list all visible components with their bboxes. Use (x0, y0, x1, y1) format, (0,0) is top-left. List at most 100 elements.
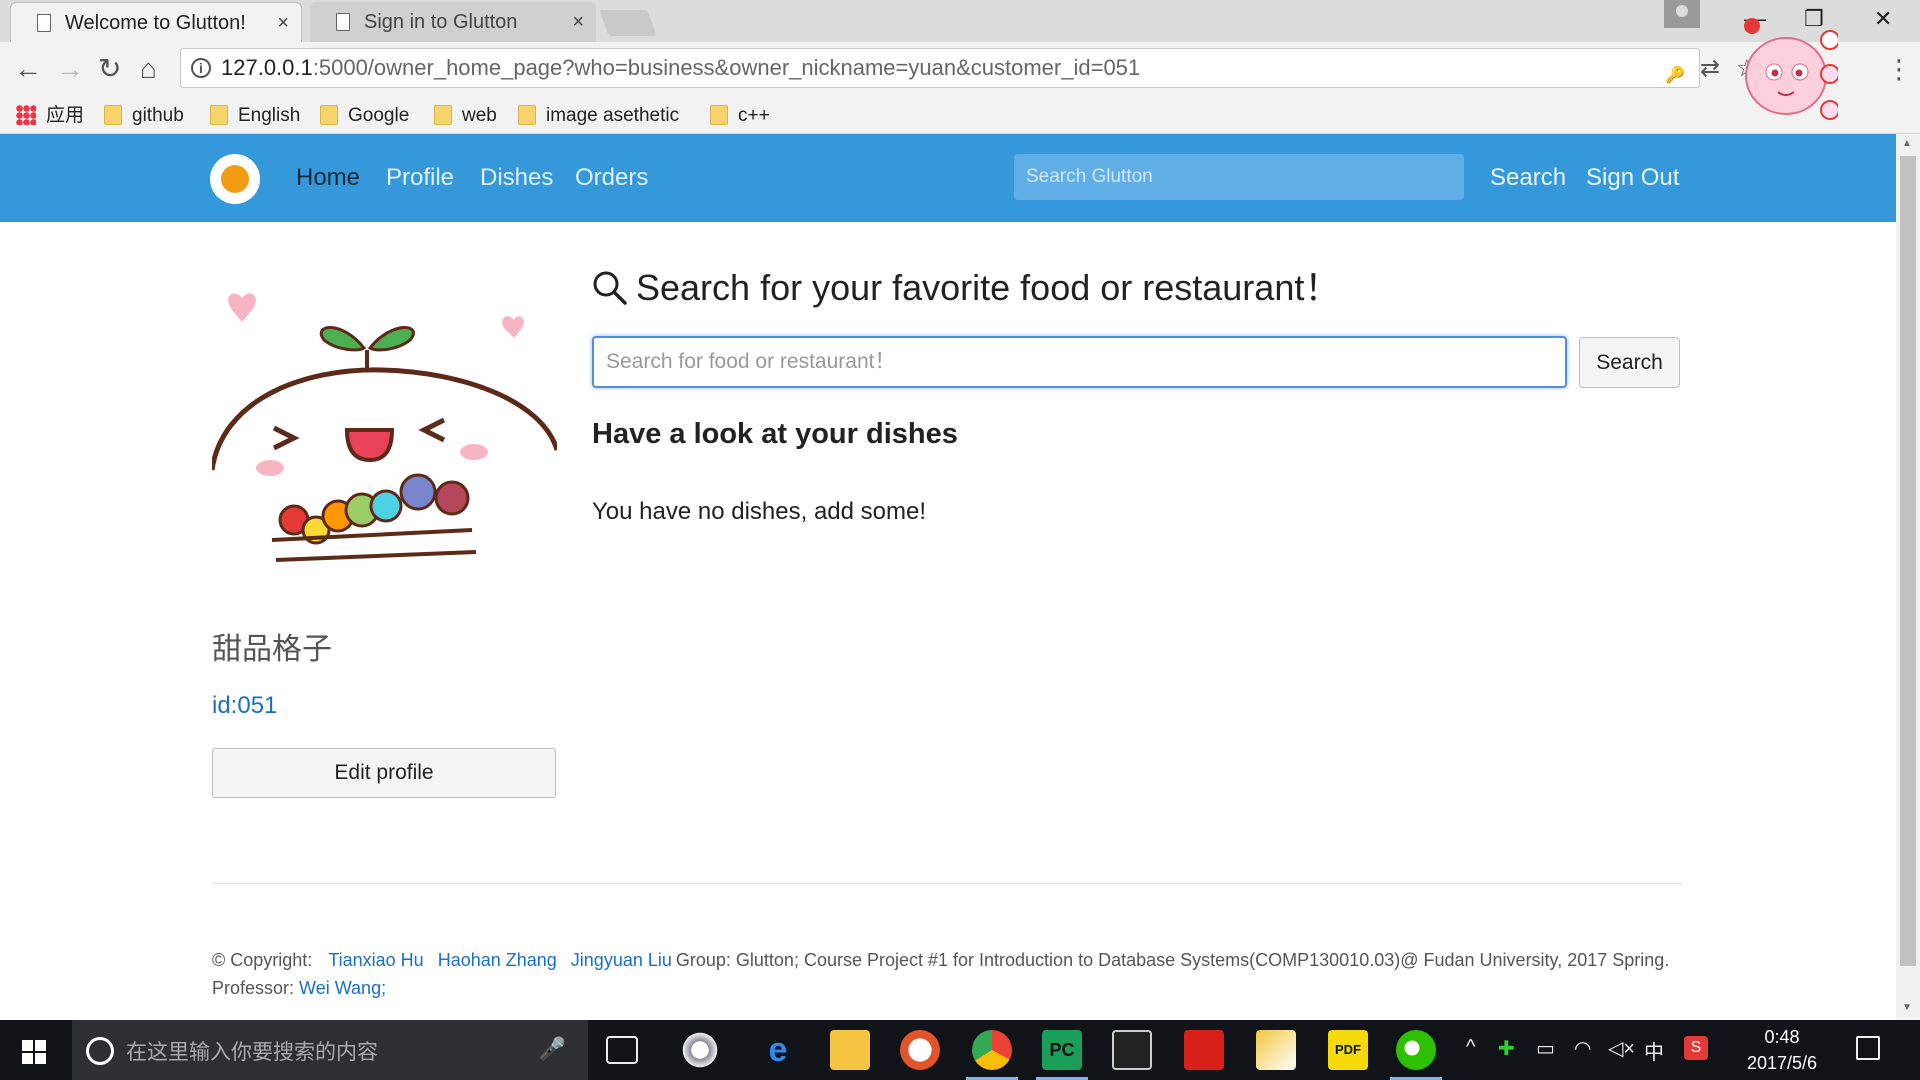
tray-expand-icon[interactable]: ^ (1466, 1036, 1475, 1059)
search-heading-text: Search for your favorite food or restaur… (636, 267, 1341, 308)
forward-icon[interactable]: → (56, 52, 84, 86)
nav-home[interactable]: Home (296, 162, 360, 194)
author-link[interactable]: Tianxiao Hu (328, 950, 423, 970)
professor-link[interactable]: Wei Wang (299, 978, 381, 998)
back-icon[interactable]: ← (14, 52, 42, 86)
dishes-empty-message: You have no dishes, add some! (592, 498, 927, 525)
scroll-up-icon[interactable]: ▲ (1902, 138, 1912, 149)
menu-icon[interactable]: ⋮ (1886, 52, 1912, 86)
browser-toolbar: ← → ↻ ⌂ i 127.0.0.1:5000/owner_home_page… (0, 42, 1920, 98)
terminal-icon[interactable] (1112, 1030, 1152, 1070)
notification-center-icon[interactable] (1856, 1036, 1880, 1060)
close-window-icon[interactable]: ✕ (1874, 6, 1892, 32)
search-icon (593, 271, 627, 305)
site-navbar: Home Profile Dishes Orders Search Sign O… (0, 134, 1896, 222)
bookmark-web[interactable]: web (434, 102, 497, 130)
nav-signout[interactable]: Sign Out (1586, 162, 1679, 194)
folder-icon (320, 105, 338, 125)
bookmark-english[interactable]: English (210, 102, 300, 130)
nav-dishes[interactable]: Dishes (480, 162, 553, 194)
author-link[interactable]: Haohan Zhang (438, 950, 557, 970)
folder-icon (104, 105, 122, 125)
bookmark-cpp[interactable]: c++ (710, 102, 770, 130)
glutton-logo[interactable] (210, 154, 260, 204)
footer: © Copyright: Tianxiao Hu Haohan Zhang Jingy… (212, 946, 1692, 1002)
edge-browser-icon[interactable]: e (758, 1030, 798, 1070)
author-link[interactable]: Jingyuan Liu (571, 950, 672, 970)
taskbar-search[interactable]: 在这里输入你要搜索的内容 🎤 (72, 1020, 588, 1080)
owner-name: 甜品格子 (212, 632, 332, 667)
info-icon[interactable]: i (191, 58, 211, 78)
folder-icon (210, 105, 228, 125)
battery-icon[interactable]: ▭ (1536, 1036, 1555, 1061)
media-player-icon[interactable] (900, 1030, 940, 1070)
tray-plus-icon[interactable]: ✚ (1498, 1036, 1515, 1061)
scroll-thumb[interactable] (1900, 156, 1916, 966)
mascot-sticker-icon (1744, 18, 1838, 120)
url-path: :5000/owner_home_page?who=business&owner… (312, 55, 1141, 80)
nav-orders[interactable]: Orders (575, 162, 648, 194)
volume-muted-icon[interactable]: ◁× (1608, 1036, 1635, 1061)
windows-start-icon[interactable] (22, 1040, 46, 1064)
footer-line-1: © Copyright: Tianxiao Hu Haohan Zhang Jingy… (212, 946, 1692, 974)
bookmarks-bar: 应用 github English Google web image aseth… (0, 98, 1920, 134)
wechat-icon[interactable] (1390, 1030, 1442, 1080)
taskbar-clock[interactable]: 0:48 2017/5/6 (1742, 1024, 1822, 1076)
food-search-input[interactable] (592, 336, 1567, 388)
nav-profile[interactable]: Profile (386, 162, 454, 194)
bookmark-apps[interactable]: 应用 (16, 102, 84, 130)
owner-avatar (212, 293, 557, 562)
url-host: 127.0.0.1 (221, 55, 313, 80)
new-tab-button[interactable] (599, 10, 657, 36)
group-text: Group: Glutton; Course Project #1 for In… (675, 950, 1670, 970)
chrome-icon[interactable] (966, 1030, 1018, 1080)
clock-time: 0:48 (1764, 1027, 1800, 1047)
translate-icon[interactable]: ⇄ (1700, 52, 1720, 86)
key-icon[interactable]: 🔑 (1665, 57, 1685, 95)
owner-id-link[interactable]: id:051 (212, 692, 277, 720)
tab-welcome[interactable]: Welcome to Glutton! × (10, 2, 302, 42)
close-tab-icon[interactable]: × (277, 3, 289, 43)
page-icon (37, 14, 51, 32)
pinwheel-app-icon[interactable] (680, 1030, 720, 1070)
pdf-reader-icon[interactable]: PDF (1328, 1030, 1368, 1070)
bookmark-image-asethetic[interactable]: image asethetic (518, 102, 679, 130)
task-view-icon[interactable] (606, 1036, 638, 1064)
footer-divider (212, 883, 1682, 884)
page-icon (336, 13, 350, 31)
cortana-icon (86, 1037, 114, 1065)
wifi-icon[interactable]: ◠ (1574, 1036, 1591, 1061)
scroll-down-icon[interactable]: ▼ (1902, 1002, 1912, 1013)
pycharm-icon[interactable]: PC (1036, 1030, 1088, 1080)
microphone-icon[interactable]: 🎤 (539, 1036, 566, 1062)
clock-date: 2017/5/6 (1746, 1053, 1818, 1073)
home-icon[interactable]: ⌂ (140, 52, 157, 86)
file-explorer-icon[interactable] (830, 1030, 870, 1070)
acrobat-icon[interactable] (1184, 1030, 1224, 1070)
apps-grid-icon (16, 105, 36, 125)
nav-search-button[interactable]: Search (1490, 162, 1566, 194)
profile-icon[interactable] (1664, 0, 1700, 28)
close-tab-icon[interactable]: × (572, 2, 584, 42)
edit-profile-button[interactable]: Edit profile (212, 748, 556, 798)
page-scrollbar[interactable]: ▲ ▼ (1896, 134, 1920, 1020)
tab-signin[interactable]: Sign in to Glutton × (310, 2, 596, 42)
tab-title: Sign in to Glutton (364, 11, 518, 33)
windows-taskbar: 在这里输入你要搜索的内容 🎤 e PC PDF ^ ✚ ▭ ◠ ◁× 中 S 0… (0, 1020, 1920, 1080)
nav-search-input[interactable] (1014, 154, 1464, 200)
food-search-button[interactable]: Search (1579, 337, 1680, 388)
bookmark-github[interactable]: github (104, 102, 184, 130)
search-heading: Search for your favorite food or restaur… (592, 266, 1340, 310)
tab-title: Welcome to Glutton! (65, 12, 246, 34)
professor-label: Professor: (212, 978, 295, 998)
folder-icon (518, 105, 536, 125)
notes-icon[interactable] (1256, 1030, 1296, 1070)
sogou-ime-icon[interactable]: S (1684, 1036, 1708, 1060)
browser-tabbar: Welcome to Glutton! × Sign in to Glutton… (0, 0, 1920, 42)
bookmark-google[interactable]: Google (320, 102, 409, 130)
dishes-heading: Have a look at your dishes (592, 418, 958, 450)
reload-icon[interactable]: ↻ (98, 52, 121, 86)
address-bar[interactable]: i 127.0.0.1:5000/owner_home_page?who=bus… (180, 48, 1700, 88)
ime-indicator[interactable]: 中 (1644, 1036, 1664, 1065)
folder-icon (434, 105, 452, 125)
